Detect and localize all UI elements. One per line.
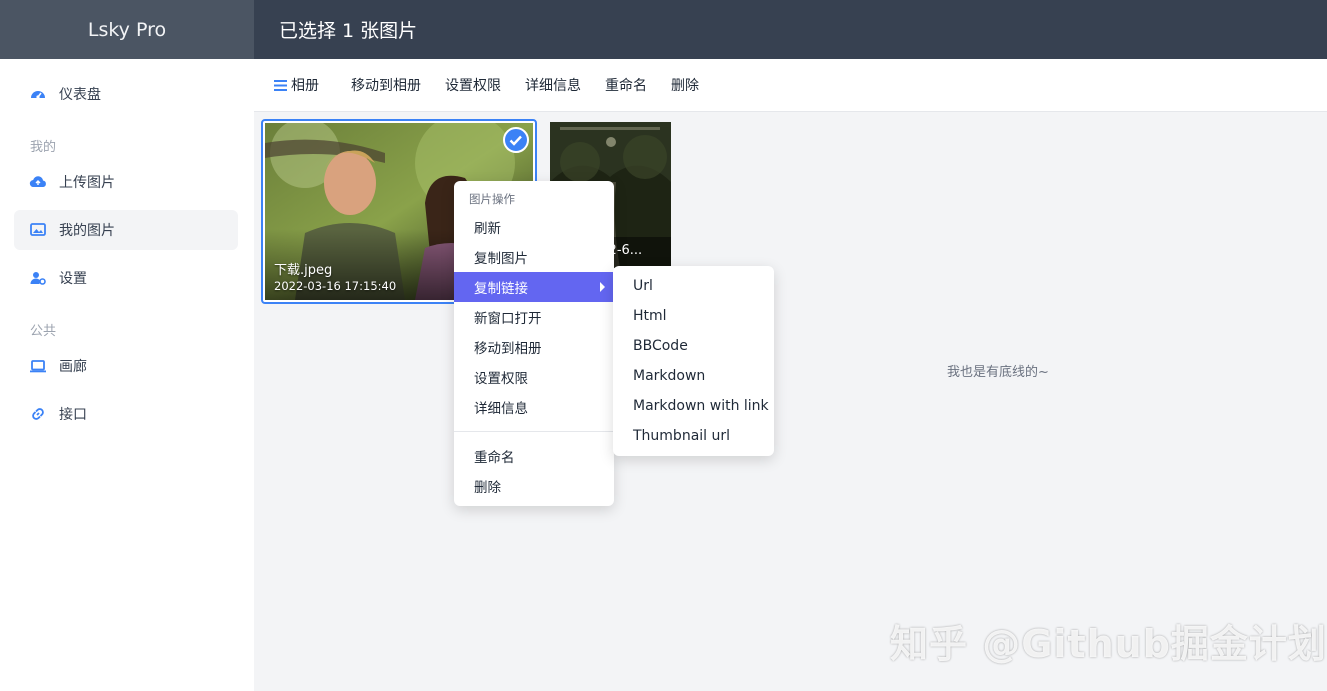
menu-item-rename[interactable]: 重命名 — [454, 441, 614, 471]
sidebar-item-label: 仪表盘 — [59, 87, 101, 103]
context-menu: 图片操作 刷新 复制图片 复制链接 新窗口打开 移动到相册 设置权限 详细信息 … — [454, 181, 614, 506]
watermark: 知乎 @Github掘金计划 — [890, 622, 1327, 666]
section-mine: 我的 — [30, 140, 57, 155]
sidebar-item-label: 我的图片 — [59, 223, 115, 239]
end-of-list-text: 我也是有底线的~ — [947, 365, 1049, 380]
sidebar-item-label: 上传图片 — [59, 175, 115, 191]
page-title: 已选择 1 张图片 — [254, 0, 1327, 59]
menu-item-label: 复制链接 — [474, 281, 528, 297]
set-permission-button[interactable]: 设置权限 — [445, 75, 501, 95]
menu-item-refresh[interactable]: 刷新 — [454, 212, 614, 242]
copy-link-submenu: Url Html BBCode Markdown Markdown with l… — [613, 266, 774, 456]
laptop-icon — [29, 357, 47, 375]
sidebar-item-my-images[interactable]: 我的图片 — [14, 210, 238, 250]
section-public: 公共 — [30, 324, 57, 339]
context-menu-header: 图片操作 — [469, 192, 515, 206]
album-label: 相册 — [291, 78, 319, 94]
menu-item-copy-image[interactable]: 复制图片 — [454, 242, 614, 272]
caret-right-icon — [600, 282, 605, 292]
user-gear-icon — [29, 269, 47, 287]
images-icon — [29, 221, 47, 239]
submenu-item-markdown[interactable]: Markdown — [633, 361, 705, 391]
move-to-album-button[interactable]: 移动到相册 — [351, 75, 421, 95]
brand-logo[interactable]: Lsky Pro — [0, 0, 254, 59]
submenu-item-markdown-link[interactable]: Markdown with link — [633, 391, 769, 421]
sidebar-item-api[interactable]: 接口 — [14, 394, 238, 434]
rename-button[interactable]: 重命名 — [605, 75, 647, 95]
menu-item-set-permission[interactable]: 设置权限 — [454, 362, 614, 392]
dashboard-icon — [29, 85, 47, 103]
link-icon — [29, 405, 47, 423]
sidebar-item-settings[interactable]: 设置 — [14, 258, 238, 298]
delete-button[interactable]: 删除 — [671, 75, 699, 95]
menu-item-details[interactable]: 详细信息 — [454, 392, 614, 422]
sidebar: 仪表盘 我的 上传图片 我的图片 设置 公共 画廊 接口 — [0, 59, 254, 691]
submenu-item-html[interactable]: Html — [633, 301, 667, 331]
menu-item-move-to-album[interactable]: 移动到相册 — [454, 332, 614, 362]
submenu-item-bbcode[interactable]: BBCode — [633, 331, 688, 361]
menu-item-open-new-window[interactable]: 新窗口打开 — [454, 302, 614, 332]
sidebar-item-label: 设置 — [59, 271, 87, 287]
checkmark-icon[interactable] — [503, 127, 529, 153]
submenu-item-thumbnail-url[interactable]: Thumbnail url — [633, 421, 730, 451]
menu-icon — [274, 79, 287, 92]
menu-item-copy-link[interactable]: 复制链接 — [454, 272, 614, 302]
menu-divider — [454, 431, 614, 432]
sidebar-item-label: 接口 — [59, 407, 87, 423]
menu-item-delete[interactable]: 删除 — [454, 471, 614, 501]
details-button[interactable]: 详细信息 — [525, 75, 581, 95]
sidebar-item-upload[interactable]: 上传图片 — [14, 162, 238, 202]
sidebar-item-gallery[interactable]: 画廊 — [14, 346, 238, 386]
sidebar-item-label: 画廊 — [59, 359, 87, 375]
image-name: 下载.jpeg — [274, 263, 333, 278]
sidebar-item-dashboard[interactable]: 仪表盘 — [14, 74, 238, 114]
cloud-upload-icon — [29, 173, 47, 191]
submenu-item-url[interactable]: Url — [633, 271, 653, 301]
toolbar: 相册 移动到相册 设置权限 详细信息 重命名 删除 — [254, 59, 1327, 112]
image-date: 2022-03-16 17:15:40 — [274, 279, 397, 293]
album-button[interactable]: 相册 — [274, 75, 319, 95]
